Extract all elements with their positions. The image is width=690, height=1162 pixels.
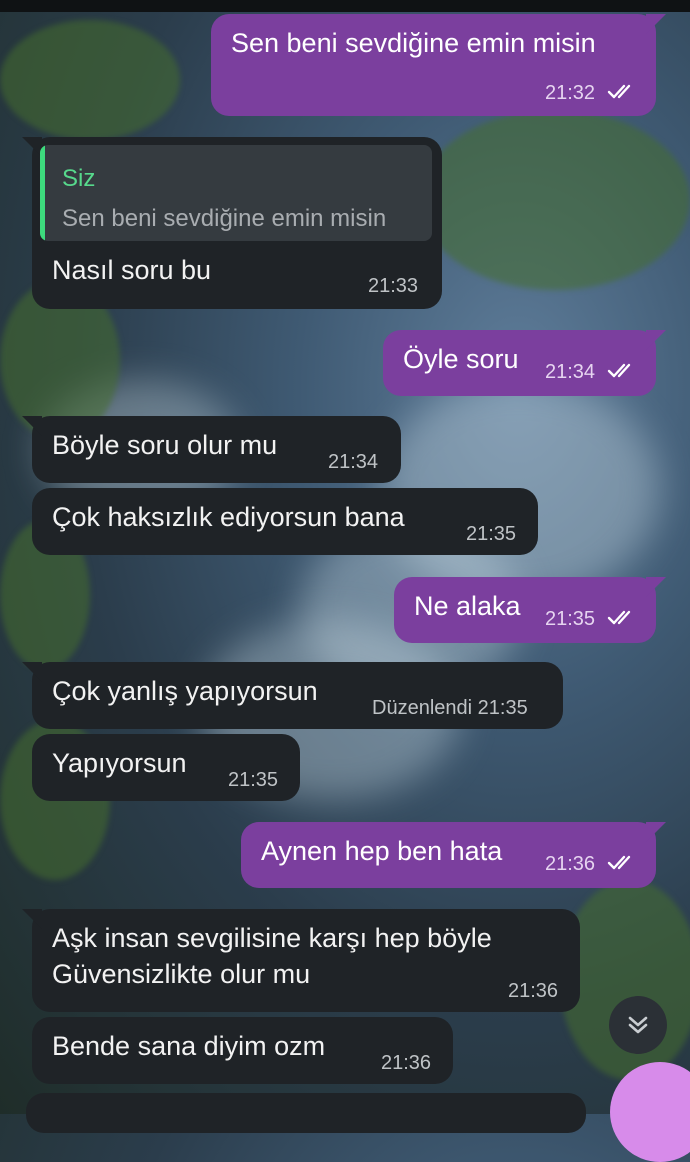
outgoing-message[interactable]: Öyle soru 21:34	[383, 330, 656, 396]
message-text: Çok yanlış yapıyorsun	[52, 676, 318, 706]
message-meta: 21:32	[545, 82, 637, 105]
double-check-icon	[607, 363, 630, 378]
double-check-icon	[607, 84, 630, 99]
message-time: 21:35	[466, 523, 517, 545]
incoming-message[interactable]: Çok yanlış yapıyorsun Düzenlendi 21:35	[32, 662, 563, 729]
reply-quoted-text: Sen beni sevdiğine emin misin	[62, 205, 387, 232]
message-text: Bende sana diyim ozm	[52, 1031, 326, 1061]
message-text: Sen beni sevdiğine emin misin	[231, 28, 596, 58]
message-text: Nasıl soru bu	[52, 255, 212, 285]
incoming-message[interactable]: Böyle soru olur mu 21:34	[32, 416, 401, 483]
edited-label: Düzenlendi	[372, 697, 473, 719]
incoming-message[interactable]: Yapıyorsun 21:35	[32, 734, 300, 801]
message-time: 21:34	[545, 361, 596, 383]
message-list[interactable]: Sen beni sevdiğine emin misin 21:32 Siz …	[0, 0, 690, 1133]
message-time: 21:34	[328, 451, 379, 473]
message-text: Böyle soru olur mu	[52, 430, 278, 460]
message-time: 21:36	[381, 1052, 432, 1074]
double-check-icon	[607, 855, 630, 870]
chevrons-down-icon	[628, 1016, 648, 1034]
outgoing-message[interactable]: Aynen hep ben hata 21:36	[241, 822, 656, 888]
message-time: 21:32	[545, 82, 596, 104]
message-text: Çok haksızlık ediyorsun bana	[52, 502, 405, 532]
double-check-icon	[607, 610, 630, 625]
message-text: Aynen hep ben hata	[261, 836, 503, 866]
message-meta: Düzenlendi 21:35	[372, 697, 528, 720]
message-meta: 21:34	[545, 361, 637, 384]
message-time: 21:33	[368, 275, 419, 297]
reply-accent-bar	[40, 145, 45, 241]
message-time: 21:36	[545, 853, 596, 875]
incoming-message[interactable]: Bende sana diyim ozm 21:36	[32, 1017, 453, 1084]
incoming-message[interactable]: Siz Sen beni sevdiğine emin misin Nasıl …	[32, 137, 442, 309]
outgoing-message[interactable]: Sen beni sevdiğine emin misin 21:32	[211, 14, 656, 116]
reply-author: Siz	[62, 165, 96, 192]
message-meta: 21:36	[545, 853, 637, 876]
incoming-message[interactable]: Çok haksızlık ediyorsun bana 21:35	[32, 488, 538, 555]
message-text: Öyle soru	[403, 344, 519, 374]
message-text-line-1: Aşk insan sevgilisine karşı hep böyle	[52, 923, 492, 953]
message-time: 21:35	[228, 769, 279, 791]
reply-preview[interactable]: Siz Sen beni sevdiğine emin misin	[40, 145, 432, 241]
outgoing-message[interactable]: Ne alaka 21:35	[394, 577, 656, 643]
scroll-to-bottom-button[interactable]	[609, 996, 667, 1054]
message-text: Yapıyorsun	[52, 748, 187, 778]
message-time: 21:35	[545, 608, 596, 630]
incoming-message[interactable]: Aşk insan sevgilisine karşı hep böyle Gü…	[32, 909, 580, 1012]
message-meta: 21:35	[545, 608, 637, 631]
incoming-message-partial[interactable]	[26, 1093, 586, 1133]
message-text: Ne alaka	[414, 591, 521, 621]
message-time: 21:36	[508, 980, 559, 1002]
message-text-line-2: Güvensizlikte olur mu	[52, 959, 311, 989]
message-time: 21:35	[477, 697, 528, 719]
